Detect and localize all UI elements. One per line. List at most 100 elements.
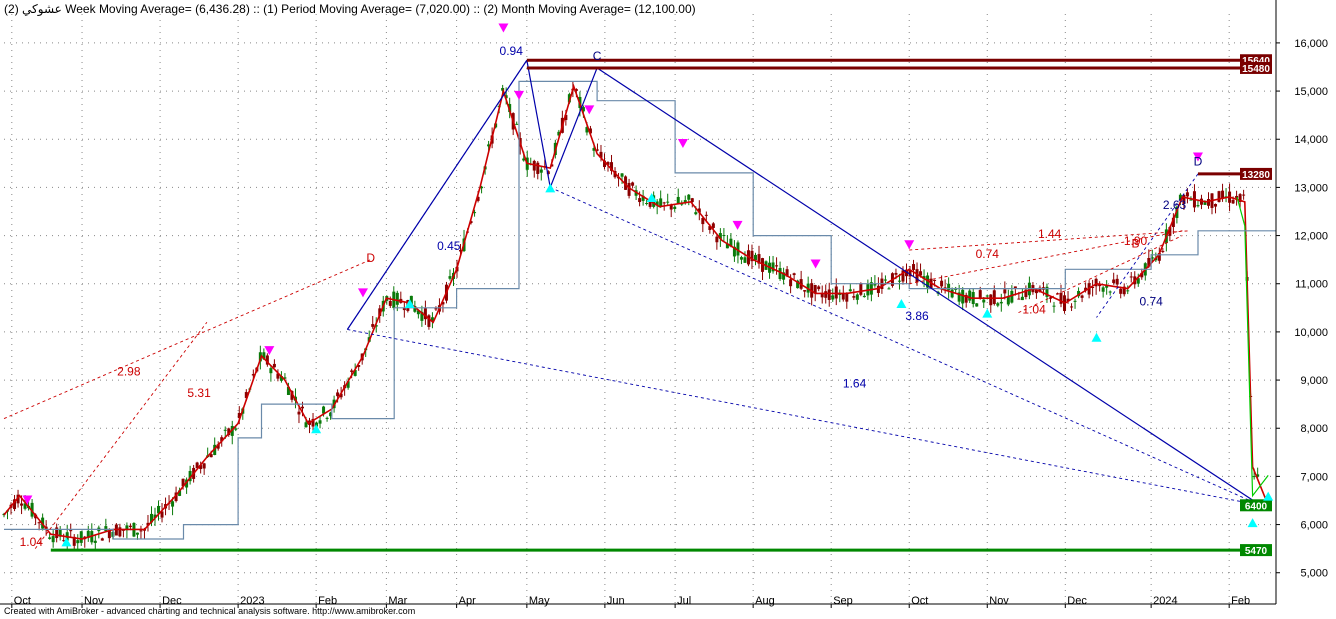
annotation-label: 1.44 <box>1038 227 1062 241</box>
candle-body <box>862 295 866 298</box>
candle-body <box>887 288 891 290</box>
candle-body <box>1242 194 1246 196</box>
buy-marker <box>646 193 657 203</box>
candle-body <box>775 265 779 267</box>
candle-body <box>371 324 375 327</box>
sell-marker <box>498 23 509 33</box>
wave-line <box>550 186 1261 506</box>
candle-body <box>789 279 793 287</box>
candle-body <box>223 429 227 431</box>
annotation-label: D <box>1194 155 1203 169</box>
candle-body <box>1252 476 1256 478</box>
candle-body <box>1115 278 1119 285</box>
y-tick-label: 16,000 <box>1294 38 1328 50</box>
candle-body <box>803 290 807 292</box>
candle-body <box>1203 202 1207 205</box>
candle-body <box>620 173 624 177</box>
candle-body <box>388 301 392 306</box>
candle-body <box>539 169 543 173</box>
candle-body <box>778 268 782 280</box>
sell-marker <box>357 288 368 298</box>
grid <box>4 14 1276 604</box>
axes: 5,000 6,000 7,000 8,000 9,000 10,000 11,000 12,… <box>0 0 1336 619</box>
candle-body <box>894 272 898 275</box>
annotation-label: 2.98 <box>117 364 141 378</box>
fan-line <box>34 321 208 549</box>
annotation-label: 1.64 <box>843 376 867 390</box>
price-chart[interactable]: 1564015480132806400547012,1007,0207,0206… <box>0 0 1336 619</box>
candle-body <box>202 463 206 469</box>
candle-body <box>662 202 666 204</box>
x-tick-label: May <box>529 595 550 607</box>
wave-line <box>347 329 1261 506</box>
sell-marker <box>677 139 688 149</box>
candle-body <box>1206 199 1210 206</box>
candle-body <box>76 540 80 544</box>
candle-body <box>831 295 835 300</box>
candle-body <box>37 522 41 524</box>
sell-marker <box>810 259 821 269</box>
y-tick-label: 6,000 <box>1300 520 1328 532</box>
candle-body <box>1010 290 1014 303</box>
candle-body <box>300 406 304 409</box>
candle-body <box>107 530 111 539</box>
candle-body <box>855 294 859 300</box>
x-tick-label: Dec <box>1067 595 1087 607</box>
buy-marker <box>896 299 907 308</box>
candle-body <box>666 201 670 203</box>
x-tick-label: Sep <box>833 595 853 607</box>
candle-body <box>1231 199 1235 204</box>
candle-body <box>1003 289 1007 294</box>
candle-body <box>704 214 708 216</box>
candle-body <box>171 501 175 507</box>
candle-body <box>743 257 747 263</box>
x-tick-label: Aug <box>755 595 775 607</box>
candle-body <box>687 194 691 200</box>
candle-body <box>104 526 108 532</box>
annotation-label: C <box>593 49 602 63</box>
candle-body <box>272 363 276 368</box>
candle-body <box>848 289 852 292</box>
candle-body <box>135 532 139 535</box>
candle-body <box>297 411 301 415</box>
candle-body <box>318 420 322 424</box>
candle-body <box>978 290 982 298</box>
x-tick-label: Oct <box>911 595 928 607</box>
candle-body <box>912 264 916 270</box>
candle-body <box>139 530 143 532</box>
candle-body <box>1126 290 1130 292</box>
candle-body <box>69 530 73 532</box>
y-tick-label: 13,000 <box>1294 182 1328 194</box>
wave-line <box>596 67 1261 506</box>
x-tick-label: Feb <box>1231 595 1250 607</box>
buy-marker <box>404 299 415 308</box>
level-tag-label: 13280 <box>1242 170 1270 181</box>
candle-body <box>93 540 97 543</box>
candle-body <box>753 254 757 261</box>
y-tick-label: 8,000 <box>1300 423 1328 435</box>
sell-marker <box>904 240 915 250</box>
candle-body <box>676 196 680 204</box>
candle-body <box>1080 295 1084 298</box>
annotation-label: D <box>366 251 375 265</box>
annotation-label: B <box>1132 237 1140 251</box>
annotation-label: 1.04 <box>20 535 44 549</box>
footer-credit: Created with AmiBroker - advanced charti… <box>4 606 416 616</box>
candle-body <box>950 289 954 298</box>
candle-body <box>859 283 863 295</box>
candle-body <box>722 235 726 237</box>
candle-body <box>694 212 698 215</box>
y-tick-label: 12,000 <box>1294 231 1328 243</box>
candle-body <box>20 503 24 506</box>
buy-marker <box>61 537 72 547</box>
y-tick-label: 5,000 <box>1300 568 1328 580</box>
candle-body <box>1196 205 1200 207</box>
candle-body <box>304 422 308 428</box>
candle-body <box>1214 203 1218 207</box>
sell-marker <box>264 346 275 356</box>
candle-body <box>48 537 52 539</box>
candle-body <box>739 257 743 260</box>
candle-body <box>79 531 83 543</box>
candle-body <box>1129 276 1133 278</box>
annotation-label: 0.74 <box>976 247 1000 261</box>
